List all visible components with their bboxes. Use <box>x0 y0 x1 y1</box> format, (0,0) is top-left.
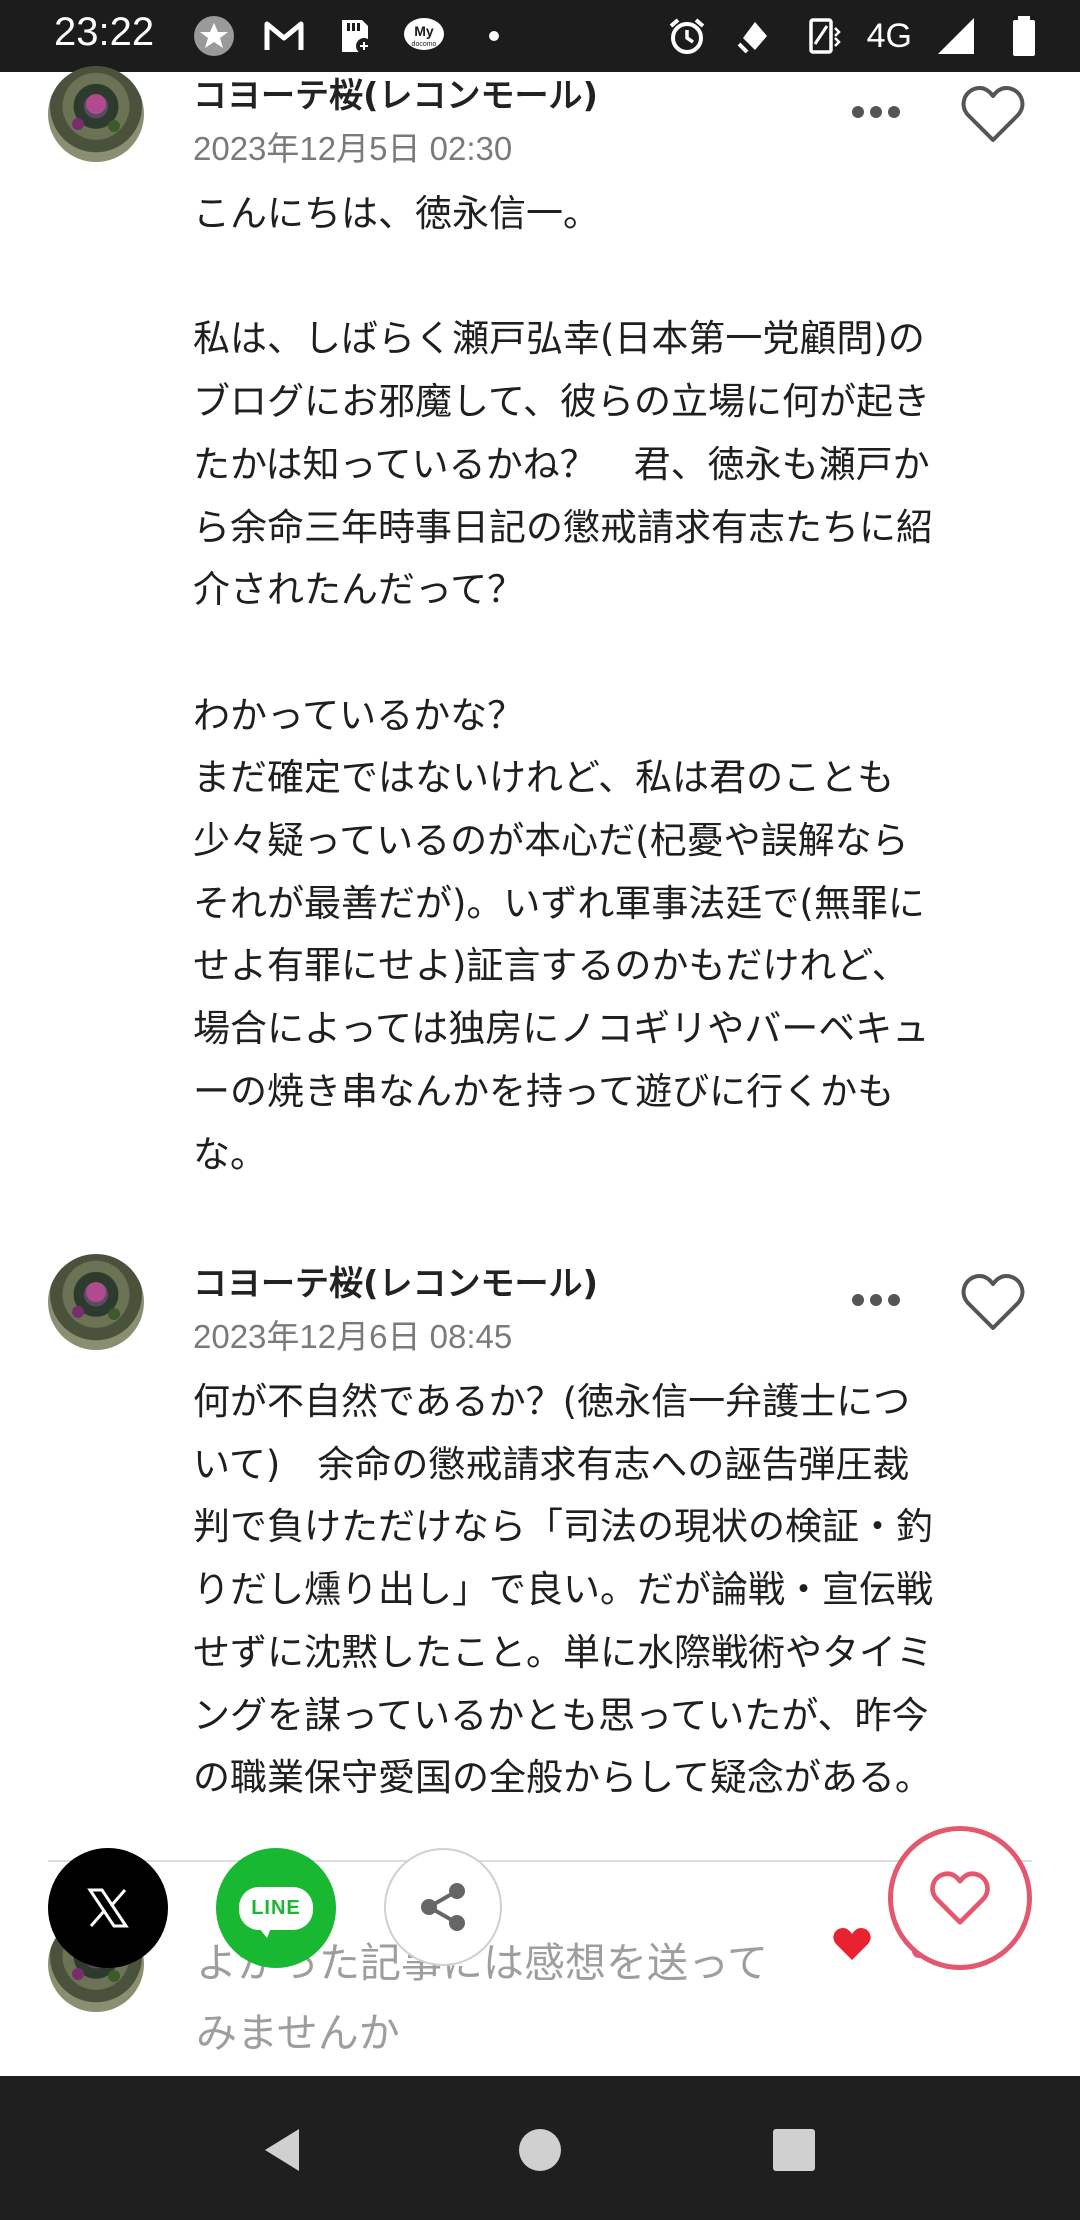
gmail-icon <box>260 12 308 60</box>
like-article-button[interactable] <box>888 1826 1032 1970</box>
status-time: 23:22 <box>54 10 155 54</box>
signal-icon <box>932 12 980 60</box>
more-options-button[interactable] <box>848 1280 904 1320</box>
recents-square-icon <box>773 2129 815 2171</box>
heart-outline-icon <box>961 1274 1025 1330</box>
line-logo-icon: LINE <box>239 1886 313 1938</box>
heart-icon <box>930 1871 990 1925</box>
avatar[interactable] <box>48 66 144 162</box>
my-docomo-icon: My docomo <box>400 12 448 60</box>
more-dots-icon <box>852 1294 900 1306</box>
comment-date: 2023年12月6日 08:45 <box>193 1318 513 1355</box>
status-left-icons: My docomo <box>190 12 518 60</box>
star-badge-icon <box>190 12 238 60</box>
back-triangle-icon <box>265 2129 299 2171</box>
comment-author[interactable]: コヨーテ桜(レコンモール) <box>193 68 598 117</box>
more-options-button[interactable] <box>848 92 904 132</box>
share-x-button[interactable] <box>48 1848 168 1968</box>
more-dots-icon <box>852 106 900 118</box>
share-button[interactable] <box>384 1848 502 1966</box>
share-line-button[interactable]: LINE <box>216 1848 336 1968</box>
status-bar: 23:22 My docomo 4G <box>0 0 1080 72</box>
comment-like-button[interactable] <box>960 1272 1030 1338</box>
divider <box>48 1860 1032 1862</box>
nav-back-button[interactable] <box>254 2120 314 2180</box>
data-saver-icon <box>731 12 779 60</box>
comment-like-button[interactable] <box>960 84 1030 150</box>
share-icon <box>421 1883 465 1931</box>
sd-card-icon <box>330 12 378 60</box>
comment-body: 何が不自然であるか？(徳永信一弁護士につ いて) 余命の懲戒請求有志への誣告弾圧… <box>193 1380 933 1800</box>
x-logo-icon <box>87 1888 129 1928</box>
status-right-icons: 4G <box>663 12 1048 60</box>
comment-body: こんにちは、徳永信一。 私は、しばらく瀬戸弘幸(日本第一党顧問)の ブログにお邪… <box>193 192 933 1176</box>
heart-reaction-icon <box>833 1928 871 1960</box>
navigation-bar <box>0 2076 1080 2220</box>
heart-outline-icon <box>961 86 1025 142</box>
battery-icon <box>1000 12 1048 60</box>
nav-recents-button[interactable] <box>764 2120 824 2180</box>
comment-author[interactable]: コヨーテ桜(レコンモール) <box>193 1256 598 1305</box>
alarm-icon <box>663 12 711 60</box>
nav-home-button[interactable] <box>510 2120 570 2180</box>
home-circle-icon <box>519 2129 561 2171</box>
svg-text:My: My <box>414 23 434 39</box>
network-type: 4G <box>866 16 912 55</box>
vibrate-icon <box>799 12 847 60</box>
comment-date: 2023年12月5日 02:30 <box>193 130 513 167</box>
avatar[interactable] <box>48 1254 144 1350</box>
svg-text:docomo: docomo <box>412 41 437 48</box>
dot-icon <box>470 12 518 60</box>
